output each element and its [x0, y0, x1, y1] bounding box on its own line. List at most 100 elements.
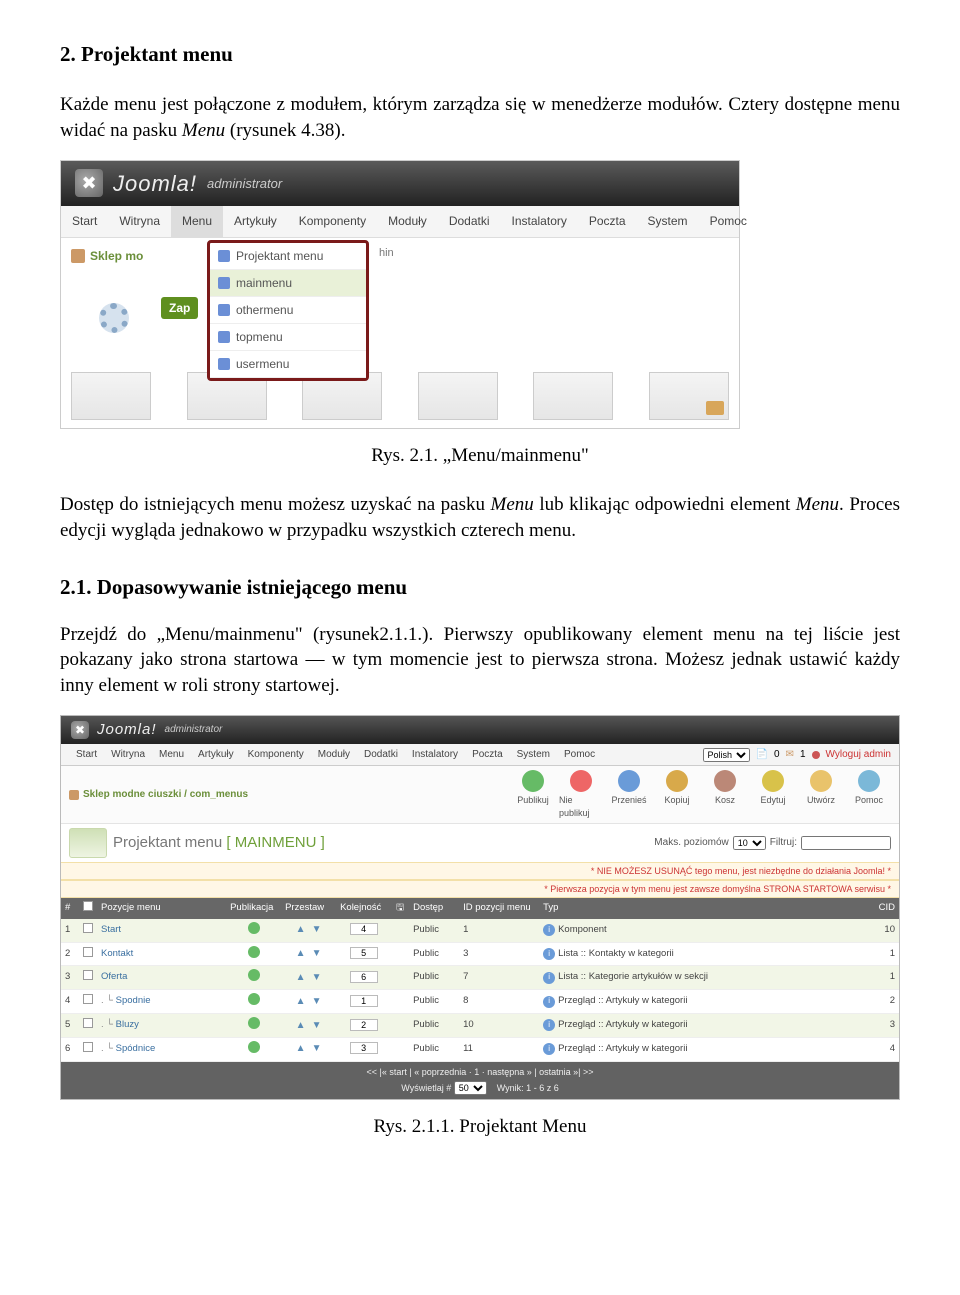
cell-access[interactable]: Public [409, 1037, 459, 1061]
dropdown-usermenu[interactable]: usermenu [210, 351, 366, 378]
thumbnail[interactable] [418, 372, 498, 420]
order-input[interactable] [350, 1019, 378, 1031]
move-down-icon[interactable]: ▼ [309, 972, 325, 983]
col-access[interactable]: Dostęp [409, 898, 459, 919]
thumbnail[interactable] [71, 372, 151, 420]
row-checkbox[interactable] [83, 923, 93, 933]
dropdown-projektant-menu[interactable]: Projektant menu [210, 243, 366, 270]
menu-item-link[interactable]: Spódnice [116, 1043, 156, 1054]
menu-komponenty[interactable]: Komponenty [288, 206, 377, 236]
cell-access[interactable]: Public [409, 1014, 459, 1038]
thumbnail[interactable] [649, 372, 729, 420]
published-icon[interactable] [248, 993, 260, 1005]
row-checkbox[interactable] [83, 970, 93, 980]
col-save-order[interactable]: 🖫 [391, 898, 409, 919]
unpublish-button[interactable]: Nie publikuj [559, 770, 603, 818]
menu-start[interactable]: Start [61, 206, 108, 236]
order-input[interactable] [350, 971, 378, 983]
menu-witryna[interactable]: Witryna [108, 206, 171, 236]
filter-input[interactable] [801, 836, 891, 850]
dropdown-mainmenu[interactable]: mainmenu [210, 270, 366, 297]
menu-system[interactable]: System [637, 206, 699, 236]
move-up-icon[interactable]: ▲ [293, 996, 309, 1007]
preview-icon[interactable]: 📄 [756, 748, 768, 762]
menu-pomoc[interactable]: Pomoc [699, 206, 758, 236]
menu-poczta[interactable]: Poczta [578, 206, 637, 236]
menu-moduly[interactable]: Moduły [377, 206, 438, 236]
menu-instalatory[interactable]: Instalatory [501, 206, 578, 236]
col-id[interactable]: ID pozycji menu [459, 898, 539, 919]
menu-item-link[interactable]: Kontakt [101, 948, 133, 959]
move-up-icon[interactable]: ▲ [293, 948, 309, 959]
published-icon[interactable] [248, 969, 260, 981]
menu-artykuly[interactable]: Artykuły [191, 744, 241, 766]
row-checkbox[interactable] [83, 1018, 93, 1028]
menu-item-link[interactable]: Bluzy [116, 1019, 139, 1030]
language-select[interactable]: Polish [703, 748, 750, 762]
menu-pomoc[interactable]: Pomoc [557, 744, 602, 766]
order-input[interactable] [350, 995, 378, 1007]
move-down-icon[interactable]: ▼ [309, 1043, 325, 1054]
published-icon[interactable] [248, 922, 260, 934]
menu-poczta[interactable]: Poczta [465, 744, 510, 766]
publish-button[interactable]: Publikuj [511, 770, 555, 818]
menu-dodatki[interactable]: Dodatki [438, 206, 501, 236]
col-cid[interactable]: CID [869, 898, 899, 919]
move-up-icon[interactable]: ▲ [293, 1020, 309, 1031]
menu-item-link[interactable]: Start [101, 924, 121, 935]
menu-item-link[interactable]: Spodnie [116, 995, 151, 1006]
move-down-icon[interactable]: ▼ [309, 996, 325, 1007]
move-up-icon[interactable]: ▲ [293, 1043, 309, 1054]
col-name[interactable]: Pozycje menu [97, 898, 226, 919]
order-input[interactable] [350, 1042, 378, 1054]
col-publish[interactable]: Publikacja [226, 898, 281, 919]
menu-start[interactable]: Start [69, 744, 104, 766]
dropdown-topmenu[interactable]: topmenu [210, 324, 366, 351]
menu-item-link[interactable]: Oferta [101, 971, 127, 982]
mail-icon[interactable]: ✉ [786, 748, 794, 762]
cell-access[interactable]: Public [409, 919, 459, 942]
col-num[interactable]: # [61, 898, 79, 919]
copy-button[interactable]: Kopiuj [655, 770, 699, 818]
new-button[interactable]: Utwórz [799, 770, 843, 818]
edit-button[interactable]: Edytuj [751, 770, 795, 818]
row-checkbox[interactable] [83, 994, 93, 1004]
cell-access[interactable]: Public [409, 966, 459, 990]
menu-komponenty[interactable]: Komponenty [241, 744, 311, 766]
published-icon[interactable] [248, 1017, 260, 1029]
menu-instalatory[interactable]: Instalatory [405, 744, 465, 766]
trash-button[interactable]: Kosz [703, 770, 747, 818]
col-check[interactable] [79, 898, 97, 919]
menu-menu[interactable]: Menu [171, 206, 223, 236]
checkbox-all[interactable] [83, 901, 93, 911]
pager-count-select[interactable]: 50 [454, 1081, 487, 1095]
move-up-icon[interactable]: ▲ [293, 972, 309, 983]
levels-select[interactable]: 10 [733, 836, 766, 850]
menu-moduly[interactable]: Moduły [311, 744, 357, 766]
logout-link[interactable]: Wyloguj admin [826, 748, 892, 762]
help-button[interactable]: Pomoc [847, 770, 891, 818]
col-order[interactable]: Kolejność [336, 898, 391, 919]
move-down-icon[interactable]: ▼ [309, 1020, 325, 1031]
move-down-icon[interactable]: ▼ [309, 948, 325, 959]
order-input[interactable] [350, 947, 378, 959]
menu-system[interactable]: System [510, 744, 557, 766]
published-icon[interactable] [248, 946, 260, 958]
menu-artykuly[interactable]: Artykuły [223, 206, 288, 236]
col-type[interactable]: Typ [539, 898, 869, 919]
move-down-icon[interactable]: ▼ [309, 924, 325, 935]
cell-access[interactable]: Public [409, 990, 459, 1014]
thumbnail[interactable] [533, 372, 613, 420]
move-button[interactable]: Przenieś [607, 770, 651, 818]
order-input[interactable] [350, 923, 378, 935]
row-checkbox[interactable] [83, 947, 93, 957]
row-checkbox[interactable] [83, 1042, 93, 1052]
cell-access[interactable]: Public [409, 942, 459, 966]
move-up-icon[interactable]: ▲ [293, 924, 309, 935]
col-reorder[interactable]: Przestaw [281, 898, 336, 919]
menu-witryna[interactable]: Witryna [104, 744, 152, 766]
dropdown-othermenu[interactable]: othermenu [210, 297, 366, 324]
menu-dodatki[interactable]: Dodatki [357, 744, 405, 766]
pager-nav[interactable]: << |« start | « poprzednia · 1 · następn… [65, 1066, 895, 1078]
published-icon[interactable] [248, 1041, 260, 1053]
